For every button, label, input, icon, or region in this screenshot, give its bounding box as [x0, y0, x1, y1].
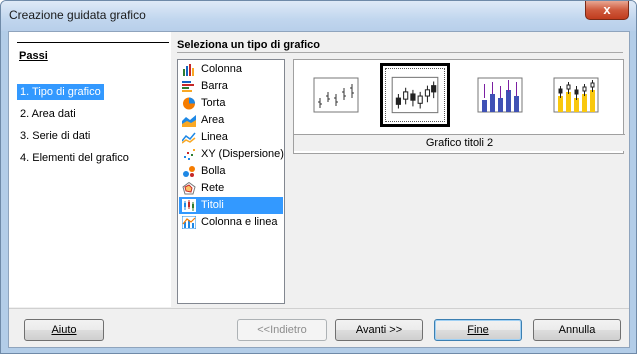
- next-button[interactable]: Avanti >>: [335, 319, 423, 341]
- chart-type-item-stock[interactable]: Titoli: [179, 197, 283, 214]
- bar-chart-icon: [182, 81, 194, 92]
- chart-type-item-net[interactable]: Rete: [179, 180, 283, 197]
- chart-variant-4[interactable]: [548, 68, 604, 122]
- chart-type-list[interactable]: Colonna Barra Torta Area Linea XY (Dispe…: [177, 59, 285, 304]
- cancel-button-label: Annulla: [558, 324, 596, 336]
- back-button[interactable]: <<Indietro: [237, 319, 327, 341]
- steps-pane: Passi 1. Tipo di grafico 2. Area dati 3.…: [9, 32, 171, 307]
- step-data-range[interactable]: 2. Area dati: [17, 106, 79, 122]
- step-chart-elements[interactable]: 4. Elementi del grafico: [17, 150, 132, 166]
- back-button-label: <<Indietro: [257, 324, 307, 336]
- scatter-chart-icon: [184, 149, 195, 160]
- help-button-label: Aiuto: [51, 324, 77, 336]
- title-bar[interactable]: Creazione guidata grafico x: [1, 1, 636, 31]
- close-icon: x: [603, 2, 611, 17]
- section-title: Seleziona un tipo di grafico: [177, 39, 321, 51]
- chart-type-label: Torta: [201, 97, 226, 109]
- finish-button-label: Fine: [467, 324, 489, 336]
- chart-wizard-window: Creazione guidata grafico x Passi 1. Tip…: [0, 0, 637, 354]
- chart-type-item-area[interactable]: Area: [179, 112, 283, 129]
- area-chart-icon: [182, 115, 196, 127]
- stock-variant-1-icon: [313, 77, 359, 113]
- chart-type-label: Colonna: [201, 63, 242, 75]
- stock-variant-2-icon: [391, 76, 439, 114]
- column-chart-icon: [183, 64, 194, 76]
- steps-divider: [17, 42, 169, 43]
- chart-type-item-line[interactable]: Linea: [179, 129, 283, 146]
- chart-type-label: XY (Dispersione): [201, 148, 284, 160]
- net-chart-icon: [182, 182, 196, 195]
- stock-chart-icon: [182, 199, 196, 212]
- dialog-body: Passi 1. Tipo di grafico 2. Area dati 3.…: [8, 31, 630, 348]
- stock-variant-4-icon: [553, 77, 599, 113]
- pie-chart-icon: [183, 97, 195, 110]
- next-button-label: Avanti >>: [355, 324, 403, 336]
- chart-type-item-column[interactable]: Colonna: [179, 61, 283, 78]
- column-line-chart-icon: [182, 216, 196, 229]
- chart-variant-1[interactable]: [308, 68, 364, 122]
- window-title: Creazione guidata grafico: [9, 8, 146, 22]
- step-data-series[interactable]: 3. Serie di dati: [17, 128, 93, 144]
- steps-header: Passi: [19, 50, 48, 62]
- help-button[interactable]: Aiuto: [24, 319, 104, 341]
- cancel-button[interactable]: Annulla: [533, 319, 621, 341]
- chart-type-label: Area: [201, 114, 225, 126]
- chart-variant-3[interactable]: [472, 68, 528, 122]
- finish-button[interactable]: Fine: [434, 319, 522, 341]
- chart-variant-panel: Grafico titoli 2: [293, 59, 625, 154]
- button-bar-divider: [9, 308, 629, 309]
- chart-type-item-bubble[interactable]: Bolla: [179, 163, 283, 180]
- chart-type-label: Barra: [201, 80, 228, 92]
- chart-type-label: Rete: [201, 182, 225, 194]
- close-button[interactable]: x: [585, 1, 629, 20]
- chart-type-item-pie[interactable]: Torta: [179, 95, 283, 112]
- chart-type-label: Bolla: [201, 165, 226, 177]
- step-chart-type[interactable]: 1. Tipo di grafico: [17, 84, 104, 100]
- chart-type-item-bar[interactable]: Barra: [179, 78, 283, 95]
- line-chart-icon: [182, 132, 196, 144]
- chart-type-label: Colonna e linea: [201, 216, 278, 228]
- bubble-chart-icon: [183, 166, 195, 177]
- chart-type-item-column-line[interactable]: Colonna e linea: [179, 214, 283, 231]
- variant-caption: Grafico titoli 2: [294, 134, 625, 151]
- section-divider: [177, 52, 623, 53]
- chart-type-item-scatter[interactable]: XY (Dispersione): [179, 146, 284, 163]
- chart-variant-2[interactable]: [380, 63, 450, 127]
- chart-type-label: Titoli: [201, 199, 224, 211]
- stock-variant-3-icon: [477, 77, 523, 113]
- chart-type-label: Linea: [201, 131, 228, 143]
